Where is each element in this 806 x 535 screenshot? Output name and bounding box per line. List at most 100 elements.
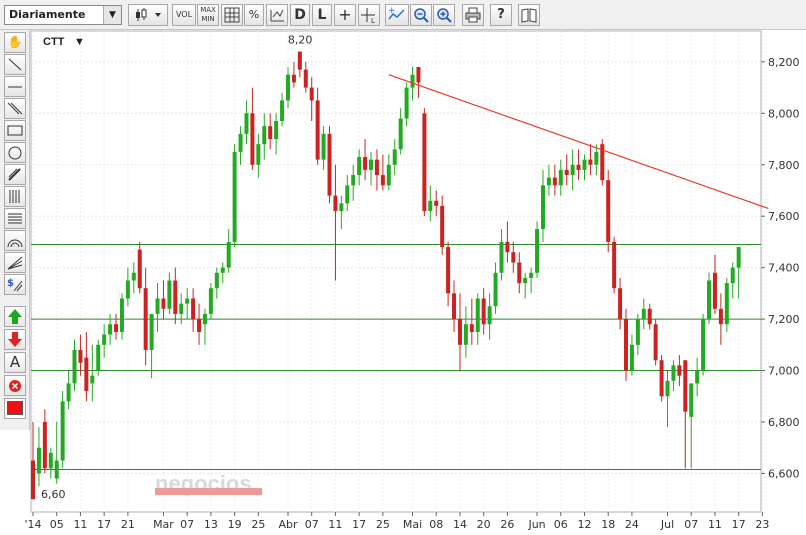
candle-body — [238, 133, 243, 152]
candle-body — [469, 324, 474, 332]
candle-body — [256, 144, 261, 165]
candle-body — [564, 169, 569, 176]
x-tick-label: '14 — [24, 518, 41, 531]
y-tick-label: 7,200 — [768, 313, 800, 326]
y-tick-label: 8,200 — [768, 56, 800, 69]
candle-body — [683, 360, 688, 412]
candle-body — [155, 298, 160, 314]
candle-body — [588, 159, 593, 165]
x-tick-label: 21 — [121, 518, 135, 531]
candle-body — [42, 421, 47, 469]
candle-body — [416, 67, 421, 83]
candle-body — [535, 229, 540, 273]
candle-body — [90, 375, 95, 384]
candle-body — [226, 241, 231, 268]
candle-body — [475, 298, 480, 332]
candle-body — [357, 157, 362, 176]
candle-body — [208, 288, 213, 314]
candle-body — [351, 175, 356, 186]
candle-body — [552, 177, 557, 186]
candle-body — [119, 298, 124, 332]
candle-body — [244, 113, 249, 134]
x-tick-label: 07 — [180, 518, 194, 531]
candle-body — [428, 200, 433, 212]
x-tick-label: 24 — [625, 518, 639, 531]
candle-body — [363, 157, 368, 170]
candle-body — [440, 205, 445, 248]
candle-body — [173, 280, 178, 314]
x-tick-label: 19 — [228, 518, 242, 531]
candle-body — [185, 298, 190, 304]
candle-body — [736, 247, 741, 268]
x-tick-label: 23 — [755, 518, 769, 531]
candle-body — [582, 159, 587, 170]
x-tick-label: 13 — [204, 518, 218, 531]
ticker-label[interactable]: CTT — [43, 36, 65, 48]
y-tick-label: 8,000 — [768, 107, 800, 120]
candle-body — [369, 159, 374, 170]
price-chart[interactable]: negocios CTT ▼ 8,20 6,60 8,200 8,000 7,800… — [0, 0, 806, 535]
candle-body — [268, 126, 273, 140]
candle-body — [345, 185, 350, 204]
candle-body — [315, 100, 320, 160]
candle-body — [333, 195, 338, 212]
candle-body — [517, 262, 522, 284]
candle-body — [540, 185, 545, 230]
candle-body — [143, 288, 148, 350]
candle-body — [677, 365, 682, 376]
x-tick-label: 17 — [732, 518, 746, 531]
candle-body — [712, 272, 717, 309]
ticker-dropdown-icon[interactable]: ▼ — [74, 36, 85, 48]
candle-body — [434, 200, 439, 206]
candle-body — [730, 267, 735, 284]
low-label: 6,60 — [41, 488, 66, 501]
x-tick-label: 11 — [73, 518, 87, 531]
candle-body — [72, 349, 77, 384]
x-tick-label: 07 — [305, 518, 319, 531]
candle-body — [671, 365, 676, 381]
x-tick-label: 17 — [97, 518, 111, 531]
candle-body — [137, 249, 142, 289]
x-tick-label: 26 — [500, 518, 514, 531]
candle-body — [446, 247, 451, 294]
x-tick-label: 06 — [554, 518, 568, 531]
x-axis: '14 05 11 17 21 Mar 07 13 19 25 Abr 07 11 17 25 Mai 08 14… — [24, 512, 769, 531]
candle-body — [392, 149, 397, 165]
x-tick-label: Abr — [278, 518, 298, 531]
candle-body — [339, 203, 344, 212]
candle-body — [707, 280, 712, 320]
y-tick-label: 7,600 — [768, 210, 800, 223]
candle-body — [291, 74, 296, 83]
candle-body — [197, 319, 202, 332]
x-tick-label: 25 — [251, 518, 265, 531]
candle-body — [701, 319, 706, 371]
candle-body — [220, 267, 225, 273]
candle-body — [493, 272, 498, 307]
candle-body — [179, 303, 184, 314]
x-tick-label: 14 — [453, 518, 467, 531]
candle-body — [321, 133, 326, 160]
candle-body — [659, 360, 664, 397]
y-tick-label: 6,800 — [768, 416, 800, 429]
candle-body — [327, 133, 332, 196]
candle-body — [386, 164, 391, 186]
x-tick-label: Mai — [403, 518, 422, 531]
candle-body — [191, 298, 196, 320]
high-label: 8,20 — [288, 34, 313, 47]
candle-body — [108, 324, 113, 335]
candle-body — [606, 180, 611, 242]
candle-body — [463, 324, 468, 345]
candle-body — [665, 380, 670, 397]
x-tick-label: 11 — [328, 518, 342, 531]
candle-body — [297, 51, 302, 70]
candle-body — [529, 272, 534, 278]
candle-body — [303, 69, 308, 88]
candle-body — [374, 159, 379, 176]
candle-body — [404, 87, 409, 119]
candle-body — [60, 401, 65, 461]
candle-body — [274, 121, 279, 140]
candle-body — [618, 288, 623, 320]
x-tick-label: 17 — [352, 518, 366, 531]
x-tick-label: 08 — [429, 518, 443, 531]
candle-body — [481, 298, 486, 325]
